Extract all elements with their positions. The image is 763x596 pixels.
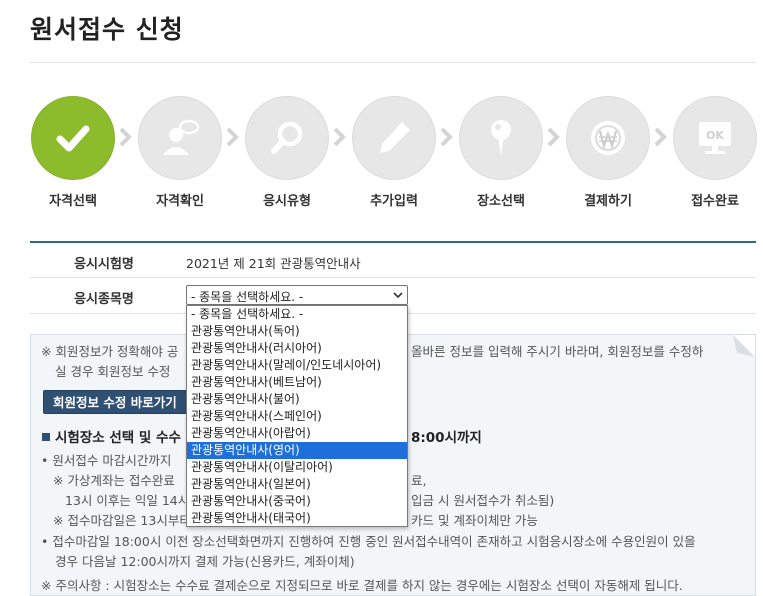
notice-line: 올바른 정보를 입력해 주시기 바라며, 회원정보를 수정하: [411, 344, 704, 359]
notice-bullet-continued: 경우 다음날 12:00시까지 결제 가능(신용카드, 계좌이체): [55, 554, 355, 569]
subject-option[interactable]: 관광통역안내사(스페인어): [187, 408, 407, 425]
step-label: 접수완료: [691, 194, 739, 209]
place-selection-heading: 시험장소 선택 및 수수: [42, 428, 181, 449]
title-divider: [30, 62, 756, 63]
subject-option[interactable]: 관광통역안내사(중국어): [187, 493, 407, 510]
subject-option[interactable]: 관광통역안내사(아랍어): [187, 425, 407, 442]
check-icon: [31, 96, 115, 180]
chevron-right-icon: [119, 127, 132, 147]
step-additional-input: 추가입력: [352, 96, 436, 209]
notice-sub-line: 입금 시 원서접수가 취소됨): [411, 493, 555, 508]
step-complete: OK 접수완료: [673, 96, 757, 209]
subject-select-value: - 종목을 선택하세요. -: [191, 290, 304, 304]
subject-option[interactable]: 관광통역안내사(일본어): [187, 476, 407, 493]
notice-line: ※ 회원정보가 정확해야 공: [41, 344, 179, 359]
subject-option[interactable]: 관광통역안내사(독어): [187, 323, 407, 340]
notice-bullet: • 원서접수 마감시간까지: [41, 453, 172, 468]
square-bullet-icon: [42, 433, 50, 441]
exam-name-row: 응시시험명 2021년 제 21회 관광통역안내사: [30, 243, 756, 278]
subject-option[interactable]: 관광통역안내사(말레이/인도네시아어): [187, 357, 407, 374]
chevron-right-icon: [440, 127, 453, 147]
exam-name-label: 응시시험명: [74, 257, 134, 272]
step-label: 자격확인: [156, 194, 204, 209]
step-place-select: 장소선택: [459, 96, 543, 209]
chevron-right-icon: [654, 127, 667, 147]
step-label: 결제하기: [584, 194, 632, 209]
search-icon: [245, 96, 329, 180]
svg-text:OK: OK: [706, 129, 724, 142]
subject-dropdown-list: - 종목을 선택하세요. - 관광통역안내사(독어) 관광통역안내사(러시아어) 관광…: [186, 305, 408, 527]
page-title: 원서접수 신청: [30, 15, 184, 44]
subject-option[interactable]: 관광통역안내사(베트남어): [187, 374, 407, 391]
subject-option[interactable]: 관광통역안내사(불어): [187, 391, 407, 408]
step-label: 추가입력: [370, 194, 418, 209]
step-label: 장소선택: [477, 194, 525, 209]
map-pin-icon: [459, 96, 543, 180]
subject-option[interactable]: 관광통역안내사(러시아어): [187, 340, 407, 357]
step-qualification-check: 자격확인: [138, 96, 222, 209]
won-coin-icon: [566, 96, 650, 180]
step-exam-type: 응시유형: [245, 96, 329, 209]
page: 원서접수 신청 자격선택 자격확인 응시유형 추가입력 장소선택 결제하기 OK…: [0, 0, 763, 596]
notice-sub-line: ※ 접수마감일은 13시부터: [53, 513, 191, 528]
subject-option[interactable]: - 종목을 선택하세요. -: [187, 306, 407, 323]
notice-sub-line: 13시 이후는 익일 14시: [65, 493, 190, 508]
notice-sub-line: 카드 및 계좌이체만 가능: [411, 513, 538, 528]
step-label: 응시유형: [263, 194, 311, 209]
subject-label: 응시종목명: [74, 292, 134, 307]
caution-text: ※ 주의사항 : 시험장소는 수수료 결제순으로 지정되므로 바로 결제를 하지…: [41, 578, 683, 593]
user-icon: [138, 96, 222, 180]
subject-select[interactable]: - 종목을 선택하세요. -: [186, 285, 408, 305]
notice-line: 실 경우 회원정보 수정: [55, 364, 171, 379]
notice-sub-line: ※ 가상계좌는 접수완료: [53, 473, 175, 488]
step-payment: 결제하기: [566, 96, 650, 209]
page-corner-icon: [733, 335, 755, 357]
exam-name-value: 2021년 제 21회 관광통역안내사: [186, 256, 361, 271]
ok-monitor-icon: OK: [673, 96, 757, 180]
step-label: 자격선택: [49, 194, 97, 209]
chevron-down-icon: [393, 292, 403, 299]
subject-option[interactable]: 관광통역안내사(이탈리아어): [187, 459, 407, 476]
edit-member-info-button[interactable]: 회원정보 수정 바로가기: [43, 390, 187, 414]
subject-option[interactable]: 관광통역안내사(태국어): [187, 510, 407, 527]
notice-bullet: • 접수마감일 18:00시 이전 장소선택화면까지 진행하여 진행 중인 원서…: [41, 534, 696, 549]
chevron-right-icon: [333, 127, 346, 147]
pencil-icon: [352, 96, 436, 180]
step-qualification-select: 자격선택: [31, 96, 115, 209]
chevron-right-icon: [547, 127, 560, 147]
chevron-right-icon: [226, 127, 239, 147]
subject-option[interactable]: 관광통역안내사(영어): [187, 442, 407, 459]
place-selection-heading-tail: 8:00시까지: [411, 430, 482, 446]
notice-sub-line: 료,: [411, 473, 427, 488]
